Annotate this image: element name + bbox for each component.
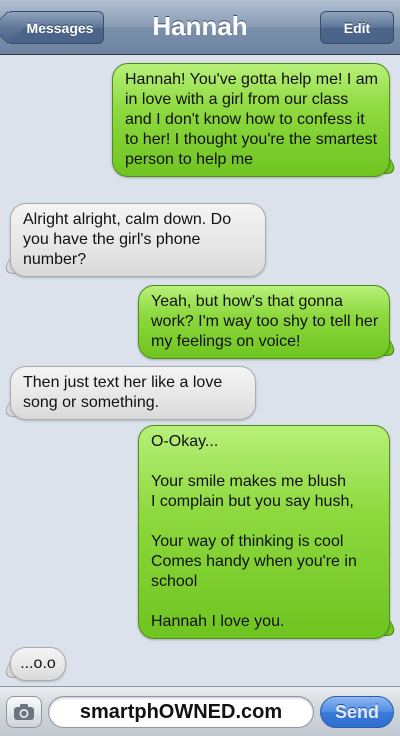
camera-icon xyxy=(14,704,34,720)
received-message[interactable]: Alright alright, calm down. Do you have … xyxy=(10,203,266,277)
back-to-messages-button[interactable]: Messages xyxy=(6,11,104,44)
message-input-bar: smartphOWNED.com Send xyxy=(0,686,400,736)
camera-button[interactable] xyxy=(6,696,42,728)
sent-message[interactable]: O-Okay... Your smile makes me blush I co… xyxy=(138,425,390,639)
edit-button[interactable]: Edit xyxy=(320,11,394,44)
sent-message[interactable]: Yeah, but how's that gonna work? I'm way… xyxy=(138,285,390,359)
back-button-label: Messages xyxy=(26,19,94,36)
send-button[interactable]: Send xyxy=(320,696,394,728)
received-message[interactable]: ...o.o xyxy=(10,647,66,681)
conversation-title: Hannah xyxy=(152,11,248,41)
navigation-bar: Messages Hannah Edit xyxy=(0,0,400,55)
sent-message[interactable]: Hannah! You've gotta help me! I am in lo… xyxy=(112,63,390,177)
message-text-field[interactable]: smartphOWNED.com xyxy=(48,696,314,728)
received-message[interactable]: Then just text her like a love song or s… xyxy=(10,366,256,420)
